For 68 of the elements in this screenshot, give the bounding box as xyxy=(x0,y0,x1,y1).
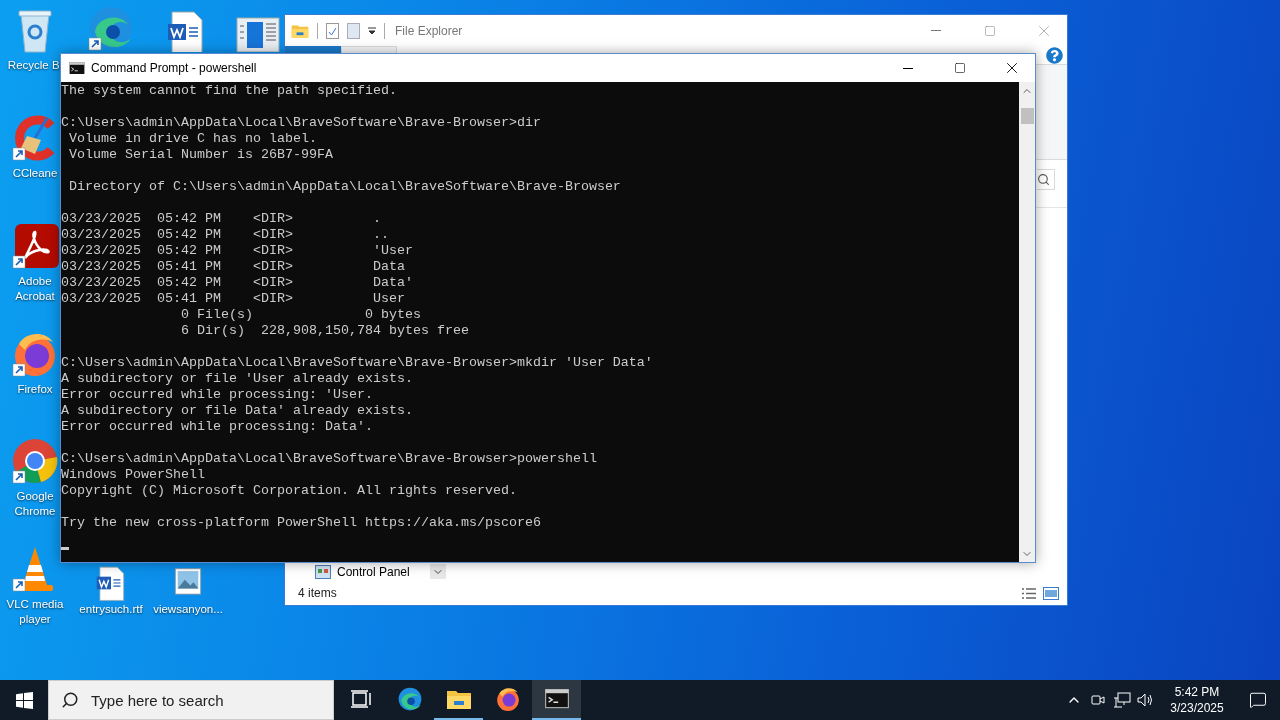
nav-item[interactable]: Control Panel xyxy=(337,564,410,579)
scrollbar[interactable] xyxy=(1019,82,1035,562)
notification-icon xyxy=(1249,691,1267,709)
desktop-icon-label: Recycle Bi xyxy=(7,58,63,73)
expand-button[interactable] xyxy=(429,564,446,579)
console-line: The system cannot find the path specified. xyxy=(61,83,397,99)
text-cursor xyxy=(61,547,69,550)
console-line: A subdirectory or file 'User already exists. xyxy=(61,371,413,387)
help-icon[interactable] xyxy=(1046,46,1063,64)
terminal-icon xyxy=(69,61,85,75)
console-line: C:\Users\admin\AppData\Local\BraveSoftware\Brave-Browser>powershell xyxy=(61,451,597,467)
terminal-icon xyxy=(544,689,569,709)
console-line: Copyright (C) Microsoft Corporation. All rights reserved. xyxy=(61,483,517,499)
console-line: Volume in drive C has no label. xyxy=(68,131,317,147)
minimize-icon xyxy=(931,30,941,31)
search-icon xyxy=(1037,173,1050,186)
console-line: A subdirectory or file Data' already exists. xyxy=(61,403,413,419)
window-title: Command Prompt - powershell xyxy=(91,61,258,75)
edge-icon xyxy=(396,686,423,712)
desktop-icon-label: viewsanyon... xyxy=(153,602,223,617)
console-line: 03/23/2025 05:42 PM <DIR> .. xyxy=(61,227,389,243)
console-line: 03/23/2025 05:42 PM <DIR> . xyxy=(61,211,381,227)
desktop-icon[interactable] xyxy=(11,222,59,270)
task-view-icon xyxy=(349,689,372,709)
console-line: Volume Serial Number is 26B7-99FA xyxy=(68,147,333,163)
control-panel-icon xyxy=(315,564,331,579)
desktop-icon-label: Firefox xyxy=(17,382,53,397)
window-title: File Explorer xyxy=(395,23,464,38)
folder-icon xyxy=(445,688,472,710)
scroll-thumb[interactable] xyxy=(1020,108,1034,124)
console-line: 03/23/2025 05:42 PM <DIR> 'User xyxy=(61,243,413,259)
details-view-icon[interactable] xyxy=(1021,586,1037,600)
console-line: Try the new cross-platform PowerShell https://aka.ms/pscore6 xyxy=(61,515,541,531)
console-line: C:\Users\admin\AppData\Local\BraveSoftware\Brave-Browser>dir xyxy=(61,115,541,131)
search-field[interactable] xyxy=(1037,169,1055,190)
console-line: 03/23/2025 05:41 PM <DIR> User xyxy=(61,291,405,307)
console-line: Error occurred while processing: Data'. xyxy=(61,419,373,435)
thumbnail-view-icon[interactable] xyxy=(1043,586,1059,600)
desktop-icon-label: CCleane xyxy=(12,166,58,181)
volume-icon[interactable] xyxy=(1137,692,1155,708)
minimize-icon xyxy=(903,67,913,69)
desktop-icon[interactable] xyxy=(87,4,135,52)
network-icon[interactable] xyxy=(1113,692,1131,708)
console-line: Directory of C:\Users\admin\AppData\Local\BraveSoftware\Brave-Browser xyxy=(68,179,621,195)
windows-icon xyxy=(15,691,33,709)
maximize-icon xyxy=(984,24,996,37)
desktop-icon[interactable] xyxy=(233,14,281,52)
console-line: 03/23/2025 05:42 PM <DIR> Data' xyxy=(61,275,413,291)
console-line: Error occurred while processing: 'User. xyxy=(61,387,373,403)
desktop-icon-label: entrysuch.rtf xyxy=(79,602,143,617)
console-line: 03/23/2025 05:41 PM <DIR> Data xyxy=(61,259,405,275)
console-line: Windows PowerShell xyxy=(61,467,205,483)
firefox-icon xyxy=(494,686,521,712)
caret-icon[interactable] xyxy=(368,26,376,35)
taskbar-search-field[interactable]: Type here to search xyxy=(48,680,334,720)
search-icon xyxy=(61,691,79,709)
console-line: 0 File(s) 0 bytes xyxy=(179,307,421,323)
console-line: C:\Users\admin\AppData\Local\BraveSoftware\Brave-Browser>mkdir 'User Data' xyxy=(61,355,653,371)
desktop-icon[interactable] xyxy=(11,437,59,485)
item-count: 4 items xyxy=(298,586,338,600)
console-line: 6 Dir(s) 228,908,150,784 bytes free xyxy=(179,323,469,339)
desktop-icon-label: Google Chrome xyxy=(13,489,57,519)
clock[interactable]: 5:42 PM 3/23/2025 xyxy=(1158,684,1236,716)
camera-icon[interactable] xyxy=(1090,692,1106,708)
folder-icon[interactable] xyxy=(291,22,309,39)
desktop-icon-label: VLC media player xyxy=(5,597,65,627)
taskbar-app-button[interactable] xyxy=(532,680,581,720)
maximize-icon xyxy=(954,62,966,74)
